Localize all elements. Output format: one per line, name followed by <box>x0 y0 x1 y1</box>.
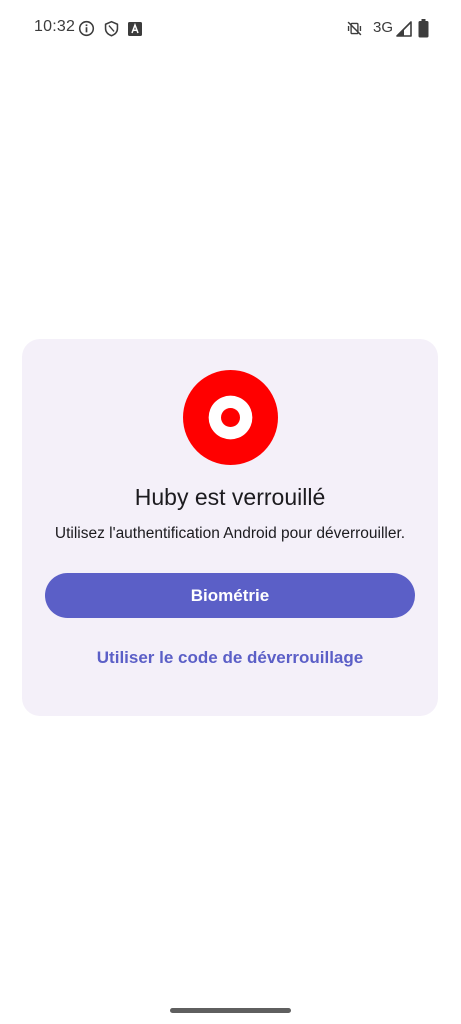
target-logo-icon <box>183 370 278 465</box>
status-time: 10:32 <box>34 18 76 35</box>
status-bar: 10:32 3G <box>0 0 461 58</box>
biometric-button[interactable]: Biométrie <box>45 573 415 618</box>
lock-card: Huby est verrouillé Utilisez l'authentif… <box>22 339 438 716</box>
battery-icon <box>418 19 429 38</box>
keyboard-a-icon <box>128 22 142 36</box>
lock-title: Huby est verrouillé <box>134 484 326 510</box>
unlock-code-link[interactable]: Utiliser le code de déverrouillage <box>22 648 438 668</box>
info-icon <box>78 20 95 37</box>
lock-subtitle: Utilisez l'authentification Android pour… <box>54 525 406 542</box>
shield-icon <box>103 20 120 37</box>
gesture-nav-handle[interactable] <box>170 1008 291 1013</box>
vibrate-mute-icon <box>346 20 363 37</box>
signal-icon <box>396 21 412 37</box>
network-type-label: 3G <box>373 19 394 36</box>
